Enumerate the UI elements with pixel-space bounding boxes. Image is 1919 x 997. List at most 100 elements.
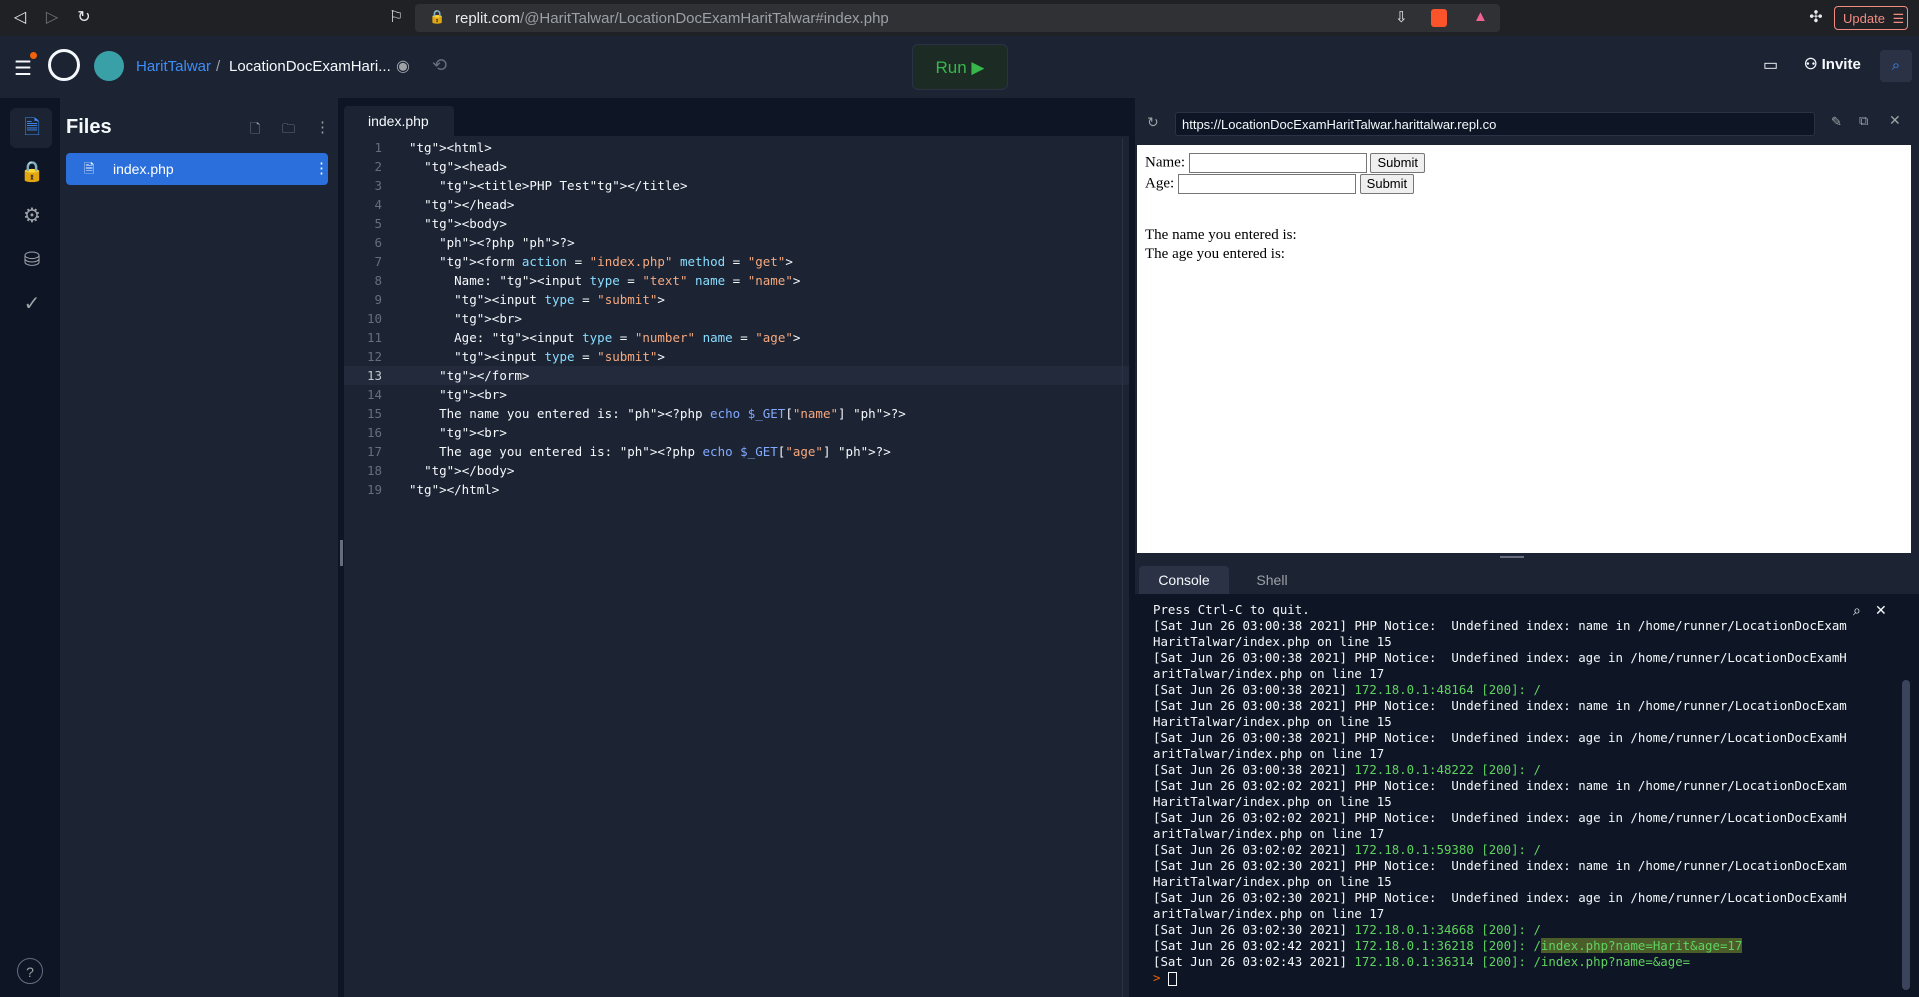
back-icon[interactable]: ◁: [10, 8, 30, 28]
files-icon[interactable]: 🗎: [18, 114, 46, 142]
console-line: [Sat Jun 26 03:02:02 2021] PHP Notice: U…: [1153, 810, 1847, 825]
brave-shield-icon[interactable]: [1431, 9, 1447, 27]
history-icon[interactable]: ⟲: [432, 55, 447, 76]
brave-rewards-icon[interactable]: ▲: [1473, 8, 1488, 25]
code-line[interactable]: 9 "tg"><input type = "submit">: [344, 290, 1129, 309]
invite-button[interactable]: ⚇ Invite: [1804, 55, 1861, 73]
edit-icon[interactable]: ✎: [1831, 114, 1842, 130]
console-line: [Sat Jun 26 03:02:02 2021] 172.18.0.1:59…: [1153, 842, 1541, 857]
console-line: [Sat Jun 26 03:00:38 2021] PHP Notice: U…: [1153, 618, 1847, 633]
line-number: 15: [366, 406, 382, 421]
reload-icon[interactable]: ↻: [74, 8, 94, 28]
update-button[interactable]: Update ☰: [1834, 6, 1908, 30]
code-text: "ph"><?php "ph">?>: [439, 235, 575, 250]
new-file-icon[interactable]: 🗋: [250, 120, 260, 142]
line-number: 19: [366, 482, 382, 497]
code-area[interactable]: 1 "tg"><html> 2 "tg"><head> 3 "tg"><title>P…: [344, 138, 1129, 499]
code-line[interactable]: 13 "tg"></form>: [344, 366, 1129, 385]
resize-handle[interactable]: [340, 540, 343, 566]
refresh-icon[interactable]: ↻: [1147, 114, 1159, 131]
help-icon[interactable]: ?: [17, 958, 43, 984]
name-label: Name:: [1145, 154, 1185, 171]
file-more-icon[interactable]: ⋮: [314, 159, 329, 177]
files-title: Files: [66, 116, 112, 138]
code-line[interactable]: 15 The name you entered is: "ph"><?php e…: [344, 404, 1129, 423]
url-path: /@HaritTalwar/LocationDocExamHaritTalwar…: [520, 10, 889, 27]
forward-icon[interactable]: ▷: [42, 8, 62, 28]
code-line[interactable]: 16 "tg"><br>: [344, 423, 1129, 442]
lock-icon: 🔒: [429, 9, 446, 24]
line-number: 2: [374, 159, 382, 174]
console-output: Press Ctrl-C to quit. [Sat Jun 26 03:00:3…: [1153, 602, 1899, 986]
code-line[interactable]: 3 "tg"><title>PHP Test"tg"></title>: [344, 176, 1129, 195]
run-label: Run ▶: [935, 58, 985, 77]
code-line[interactable]: 10 "tg"><br>: [344, 309, 1129, 328]
tab-index-php[interactable]: index.php: [344, 106, 454, 136]
run-button[interactable]: Run ▶: [912, 44, 1008, 90]
file-item-index-php[interactable]: 🗎 index.php ⋮: [66, 153, 329, 185]
tab-label: index.php: [368, 113, 429, 129]
code-text: The name you entered is: "ph"><?php echo…: [409, 406, 906, 421]
tab-console[interactable]: Console: [1139, 566, 1229, 594]
line-number: 11: [366, 330, 382, 345]
address-bar[interactable]: 🔒 replit.com/@HaritTalwar/LocationDocExa…: [415, 4, 1500, 32]
code-line[interactable]: 11 Age: "tg"><input type = "number" name…: [344, 328, 1129, 347]
code-line[interactable]: 2 "tg"><head>: [344, 157, 1129, 176]
code-text: "tg"></head>: [424, 197, 515, 212]
code-line[interactable]: 5 "tg"><body>: [344, 214, 1129, 233]
line-number: 1: [374, 140, 382, 155]
extensions-icon[interactable]: ✣: [1806, 8, 1826, 28]
preview-url-bar[interactable]: https://LocationDocExamHaritTalwar.harit…: [1175, 112, 1815, 136]
new-folder-icon[interactable]: 🗀: [282, 120, 295, 142]
code-line[interactable]: 7 "tg"><form action = "index.php" method…: [344, 252, 1129, 271]
chat-icon[interactable]: ▭: [1763, 55, 1778, 75]
open-new-tab-icon[interactable]: ⧉: [1859, 113, 1868, 129]
age-input[interactable]: [1177, 174, 1356, 194]
lock-icon[interactable]: 🔒: [18, 158, 46, 186]
gear-icon[interactable]: ⚙: [18, 202, 46, 230]
code-text: Age: "tg"><input type = "number" name = …: [409, 330, 801, 345]
line-number: 3: [374, 178, 382, 193]
line-number: 10: [366, 311, 382, 326]
code-line[interactable]: 18 "tg"></body>: [344, 461, 1129, 480]
name-submit-button[interactable]: Submit: [1370, 153, 1425, 173]
age-submit-button[interactable]: Submit: [1359, 174, 1415, 194]
console-scrollbar[interactable]: [1902, 680, 1910, 990]
resize-handle[interactable]: [1500, 556, 1524, 558]
more-options-icon[interactable]: ⋮: [315, 118, 330, 136]
bookmark-icon[interactable]: ⚐: [386, 8, 406, 28]
code-line[interactable]: 14 "tg"><br>: [344, 385, 1129, 404]
checkmark-icon[interactable]: ✓: [18, 290, 46, 318]
console-prompt[interactable]: >: [1153, 970, 1899, 986]
code-text: "tg"><title>PHP Test"tg"></title>: [439, 178, 688, 193]
database-icon[interactable]: ⛁: [18, 246, 46, 274]
console-line: [Sat Jun 26 03:02:30 2021] PHP Notice: U…: [1153, 858, 1847, 873]
code-text: The age you entered is: "ph"><?php echo …: [409, 444, 891, 459]
update-label: Update: [1843, 11, 1885, 26]
replit-logo-icon[interactable]: [48, 49, 80, 81]
visibility-icon[interactable]: ◉: [396, 56, 410, 76]
code-line[interactable]: 12 "tg"><input type = "submit">: [344, 347, 1129, 366]
user-link[interactable]: HaritTalwar: [136, 58, 211, 75]
line-number: 6: [374, 235, 382, 250]
code-line[interactable]: 19 "tg"></html>: [344, 480, 1129, 499]
console-line: [Sat Jun 26 03:02:02 2021] PHP Notice: U…: [1153, 778, 1847, 793]
console-line: [Sat Jun 26 03:00:38 2021] 172.18.0.1:48…: [1153, 682, 1541, 697]
code-text: "tg"></html>: [409, 482, 500, 497]
webview-panel: ↻ https://LocationDocExamHaritTalwar.har…: [1135, 98, 1919, 560]
code-line[interactable]: 17 The age you entered is: "ph"><?php ec…: [344, 442, 1129, 461]
file-icon: 🗎: [84, 161, 95, 176]
code-line[interactable]: 8 Name: "tg"><input type = "text" name =…: [344, 271, 1129, 290]
search-icon[interactable]: ⌕: [1880, 50, 1912, 82]
name-input[interactable]: [1188, 153, 1367, 173]
repl-name[interactable]: LocationDocExamHari...: [229, 58, 391, 75]
code-line[interactable]: 4 "tg"></head>: [344, 195, 1129, 214]
hamburger-menu-icon[interactable]: ☰: [14, 56, 32, 81]
tab-shell[interactable]: Shell: [1235, 566, 1309, 594]
line-number: 14: [366, 387, 382, 402]
code-text: "tg"><form action = "index.php" method =…: [439, 254, 793, 269]
close-icon[interactable]: ✕: [1889, 112, 1901, 129]
download-icon[interactable]: ⇩: [1395, 8, 1408, 26]
code-line[interactable]: 1 "tg"><html>: [344, 138, 1129, 157]
code-line[interactable]: 6 "ph"><?php "ph">?>: [344, 233, 1129, 252]
